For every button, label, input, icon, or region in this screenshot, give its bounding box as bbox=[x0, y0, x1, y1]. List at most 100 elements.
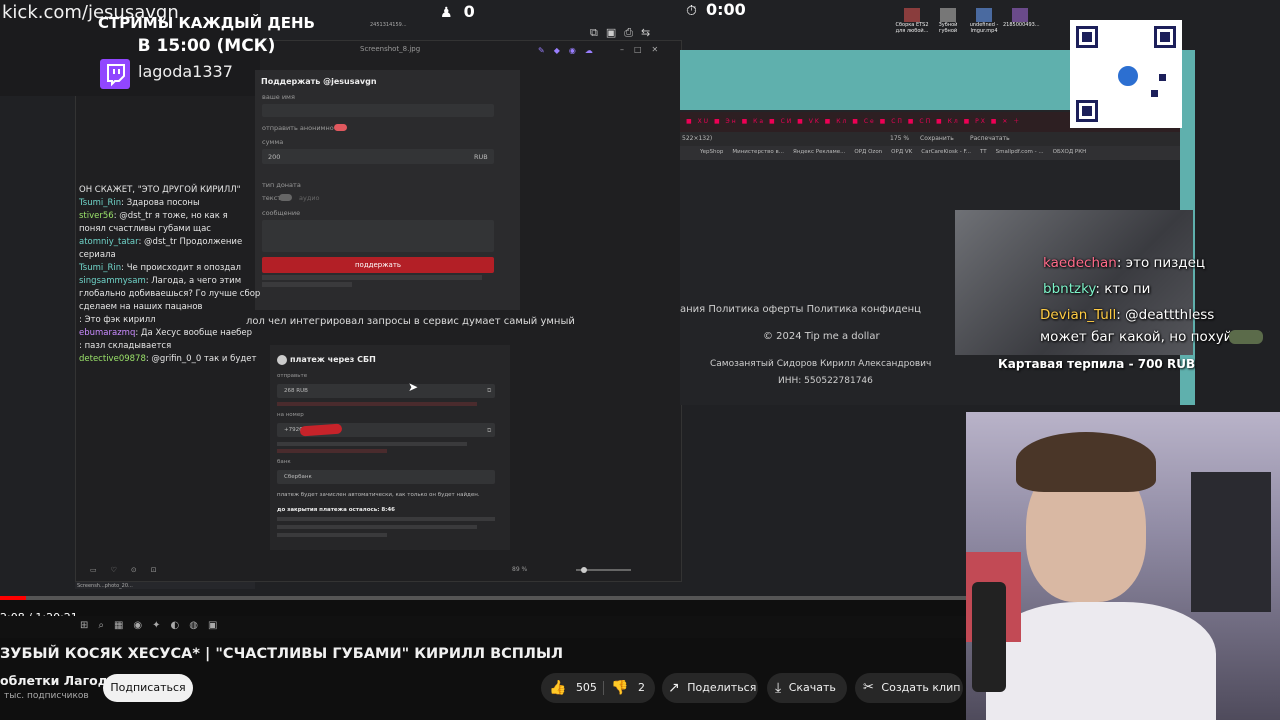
chat-username[interactable]: Tsumi_Rin bbox=[79, 263, 121, 273]
file-id-snippet: 2451314159... bbox=[370, 22, 407, 28]
chat-username[interactable]: ebumarazmq bbox=[79, 328, 135, 338]
chat-text: : Че происходит я опоздал bbox=[121, 263, 241, 273]
like-divider bbox=[603, 681, 604, 695]
chat-text: сделаем на наших пацанов bbox=[79, 302, 203, 312]
qr-module bbox=[1159, 74, 1166, 81]
print-button[interactable]: Распечатать bbox=[970, 135, 1010, 142]
zoom-slider[interactable] bbox=[576, 567, 631, 573]
chat-message: atomniy_tatar: @dst_tr Продолжение bbox=[79, 236, 255, 249]
share-label: Поделиться bbox=[687, 681, 757, 694]
amount-value: 268 RUB bbox=[284, 388, 308, 394]
bookmark-item[interactable]: CarCareKiosk - F... bbox=[921, 149, 971, 155]
streamer-hair bbox=[1016, 432, 1156, 492]
like-count: 505 bbox=[575, 681, 597, 694]
mouse-cursor-icon: ➤ bbox=[408, 380, 419, 394]
type-toggle[interactable] bbox=[279, 194, 292, 201]
chat-text: : @dst_tr Продолжение bbox=[138, 237, 243, 247]
browser-urlbar[interactable]: 522×132) 175 % Сохранить Распечатать bbox=[680, 132, 1180, 146]
viewer-toolbar-icons[interactable]: ⧉▣⎙⇆ bbox=[590, 26, 658, 40]
desktop-icon-label: 2185000493... bbox=[1003, 22, 1040, 28]
desktop-icon[interactable]: Сборка ETS2 для любой... bbox=[895, 8, 929, 34]
anon-label: отправить анонимно bbox=[262, 124, 334, 132]
file-icon bbox=[1012, 8, 1028, 22]
chat-text: : @grifin_0_0 так и будет bbox=[145, 354, 257, 364]
overlay-chat-text: : кто пи bbox=[1095, 281, 1151, 297]
chat-username[interactable]: atomniy_tatar bbox=[79, 237, 138, 247]
download-button[interactable]: ⤓ Скачать bbox=[767, 673, 847, 703]
auto-note: платеж будет зачислен автоматически, как… bbox=[277, 492, 480, 498]
download-icon: ⤓ bbox=[775, 680, 782, 696]
like-button[interactable]: 👍 505 bbox=[549, 673, 605, 703]
copy-icon[interactable]: ⧉ bbox=[487, 427, 491, 435]
desktop-icon[interactable]: undefined - Imgur.mp4 bbox=[967, 8, 1001, 34]
dislike-button[interactable]: 👎 2 bbox=[611, 673, 655, 703]
save-button[interactable]: Сохранить bbox=[920, 135, 954, 142]
sbp-logo-icon bbox=[277, 355, 287, 365]
desktop-icon[interactable]: 2185000493... bbox=[1003, 8, 1040, 28]
progress-bar[interactable] bbox=[0, 596, 966, 600]
bank-value: Сбербанк bbox=[284, 474, 312, 480]
sum-input[interactable] bbox=[262, 149, 494, 164]
share-icon: ↗ bbox=[668, 680, 680, 696]
bookmark-item[interactable]: Яндекс Рекламе... bbox=[793, 149, 845, 155]
qr-module bbox=[1150, 90, 1158, 97]
amount-field[interactable] bbox=[277, 384, 495, 398]
viewer-action-icons[interactable]: ✎◆◉☁ bbox=[538, 46, 602, 55]
desktop-icon[interactable]: Зубной губной bbox=[931, 8, 965, 34]
chat-message: : пазл складывается bbox=[79, 340, 255, 353]
chat-username[interactable]: detective09878 bbox=[79, 354, 146, 364]
scissors-icon: ✂ bbox=[863, 680, 874, 695]
chat-message: глобально добиваешься? Го лучше сбор bbox=[79, 288, 260, 301]
chat-username[interactable]: singsammysam bbox=[79, 276, 146, 286]
bookmark-item[interactable]: TT bbox=[980, 149, 987, 155]
taskbar-icons: ⊞⌕▦◉✦◐◍▣ bbox=[80, 620, 228, 631]
bookmark-item[interactable]: ОРД Ozon bbox=[854, 149, 882, 155]
chat-text: : Здарова посоны bbox=[121, 198, 200, 208]
bank-label: банк bbox=[277, 459, 291, 465]
subscriber-count: тыс. подписчиков bbox=[4, 691, 89, 701]
send-label: отправьте bbox=[277, 373, 308, 379]
chat-text: : Лагода, а чего этим bbox=[145, 276, 242, 286]
overlay-chat-text: может баг какой, но похуй bbox=[1040, 329, 1233, 345]
channel-name[interactable]: облетки Лагоды bbox=[0, 673, 119, 688]
bookmark-item[interactable]: YepShop bbox=[700, 149, 723, 155]
viewer-footer-icons[interactable]: ▭♡⊙⊡ bbox=[90, 566, 171, 574]
sum-value: 200 bbox=[268, 153, 281, 161]
qr-finder bbox=[1082, 32, 1092, 42]
overlay-chat-username: Devian_Tull bbox=[1040, 307, 1117, 323]
file-icon bbox=[904, 8, 920, 22]
bookmark-item[interactable]: Smallpdf.com - ... bbox=[996, 149, 1044, 155]
desktop-icons[interactable]: Сборка ETS2 для любой... Зубной губной und… bbox=[895, 8, 1065, 48]
chair bbox=[1191, 472, 1271, 612]
copy-icon[interactable]: ⧉ bbox=[487, 387, 491, 395]
overlay-chat-username: kaedechan bbox=[1043, 255, 1117, 271]
name-input[interactable] bbox=[262, 104, 494, 117]
payment-instructions bbox=[277, 517, 495, 542]
chat-text: : пазл складывается bbox=[79, 341, 172, 351]
chat-username[interactable]: Tsumi_Rin bbox=[79, 198, 121, 208]
chat-message: Tsumi_Rin: Че происходит я опоздал bbox=[79, 262, 255, 275]
emote-icon bbox=[1229, 330, 1263, 344]
type-audio-label: аудио bbox=[299, 194, 320, 202]
inn-text: ИНН: 550522781746 bbox=[778, 376, 873, 386]
share-button[interactable]: ↗ Поделиться bbox=[662, 673, 758, 703]
window-controls[interactable]: –□✕ bbox=[620, 45, 668, 54]
bookmarks-bar[interactable]: YepShop Министерство в... Яндекс Рекламе..… bbox=[680, 146, 1180, 160]
joystick-icon: ♟ bbox=[440, 5, 453, 21]
message-textarea[interactable] bbox=[262, 220, 494, 252]
banner-line-1: СТРИМЫ КАЖДЫЙ ДЕНЬ bbox=[98, 14, 315, 32]
support-button[interactable]: поддержать bbox=[262, 257, 494, 273]
subscribe-button[interactable]: Подписаться bbox=[103, 674, 193, 702]
bookmark-item[interactable]: Министерство в... bbox=[732, 149, 784, 155]
chat-username[interactable]: stiver56 bbox=[79, 211, 114, 221]
chat-message: singsammysam: Лагода, а чего этим bbox=[79, 275, 255, 288]
bookmark-item[interactable]: ОРД VK bbox=[891, 149, 912, 155]
clip-button[interactable]: ✂ Создать клип bbox=[855, 673, 963, 703]
chat-text: : Да Хесус вообще наебер bbox=[135, 328, 253, 338]
viewer-footer-file: Screensh...photo_20... bbox=[77, 583, 133, 589]
bookmark-item[interactable]: ОБХОД РКН bbox=[1053, 149, 1087, 155]
anon-toggle[interactable] bbox=[334, 124, 347, 131]
footer-links[interactable]: ания Политика оферты Политика конфиденц bbox=[680, 304, 921, 315]
file-icon bbox=[976, 8, 992, 22]
chat-text: глобально добиваешься? Го лучше сбор bbox=[79, 289, 261, 299]
